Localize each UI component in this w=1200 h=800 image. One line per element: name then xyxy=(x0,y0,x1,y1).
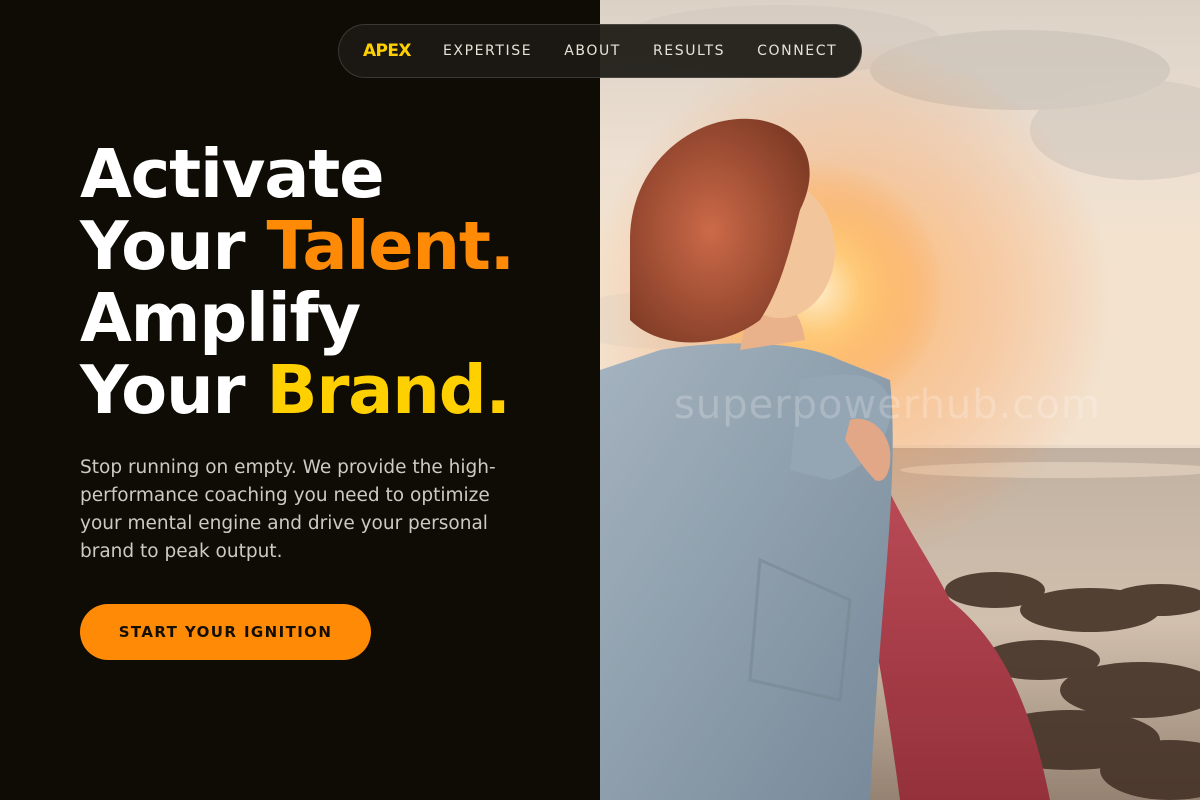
headline-line-3: Amplify xyxy=(80,279,361,357)
start-ignition-button[interactable]: START YOUR IGNITION xyxy=(80,604,371,660)
headline-line-2-prefix: Your xyxy=(80,207,267,285)
top-navigation: APEX EXPERTISE ABOUT RESULTS CONNECT xyxy=(338,24,862,78)
nav-link-results[interactable]: RESULTS xyxy=(653,43,725,59)
hero-left-panel: Activate Your Talent. Amplify Your Brand… xyxy=(0,0,600,800)
nav-link-expertise[interactable]: EXPERTISE xyxy=(443,43,532,59)
hero-headline: Activate Your Talent. Amplify Your Brand… xyxy=(80,135,515,426)
nav-link-about[interactable]: ABOUT xyxy=(564,43,621,59)
nav-link-connect[interactable]: CONNECT xyxy=(757,43,837,59)
headline-line-4-prefix: Your xyxy=(80,351,267,429)
headline-line-1: Activate xyxy=(80,135,385,213)
brand-logo[interactable]: APEX xyxy=(363,41,412,61)
headline-accent-brand: Brand. xyxy=(266,351,510,429)
headline-line-2: Your Talent. xyxy=(80,207,515,285)
headline-accent-talent: Talent. xyxy=(266,207,515,285)
headline-line-4: Your Brand. xyxy=(80,354,514,426)
hero-description: Stop running on empty. We provide the hi… xyxy=(80,457,496,562)
photo-watermark: superpowerhub.com xyxy=(674,382,1101,428)
